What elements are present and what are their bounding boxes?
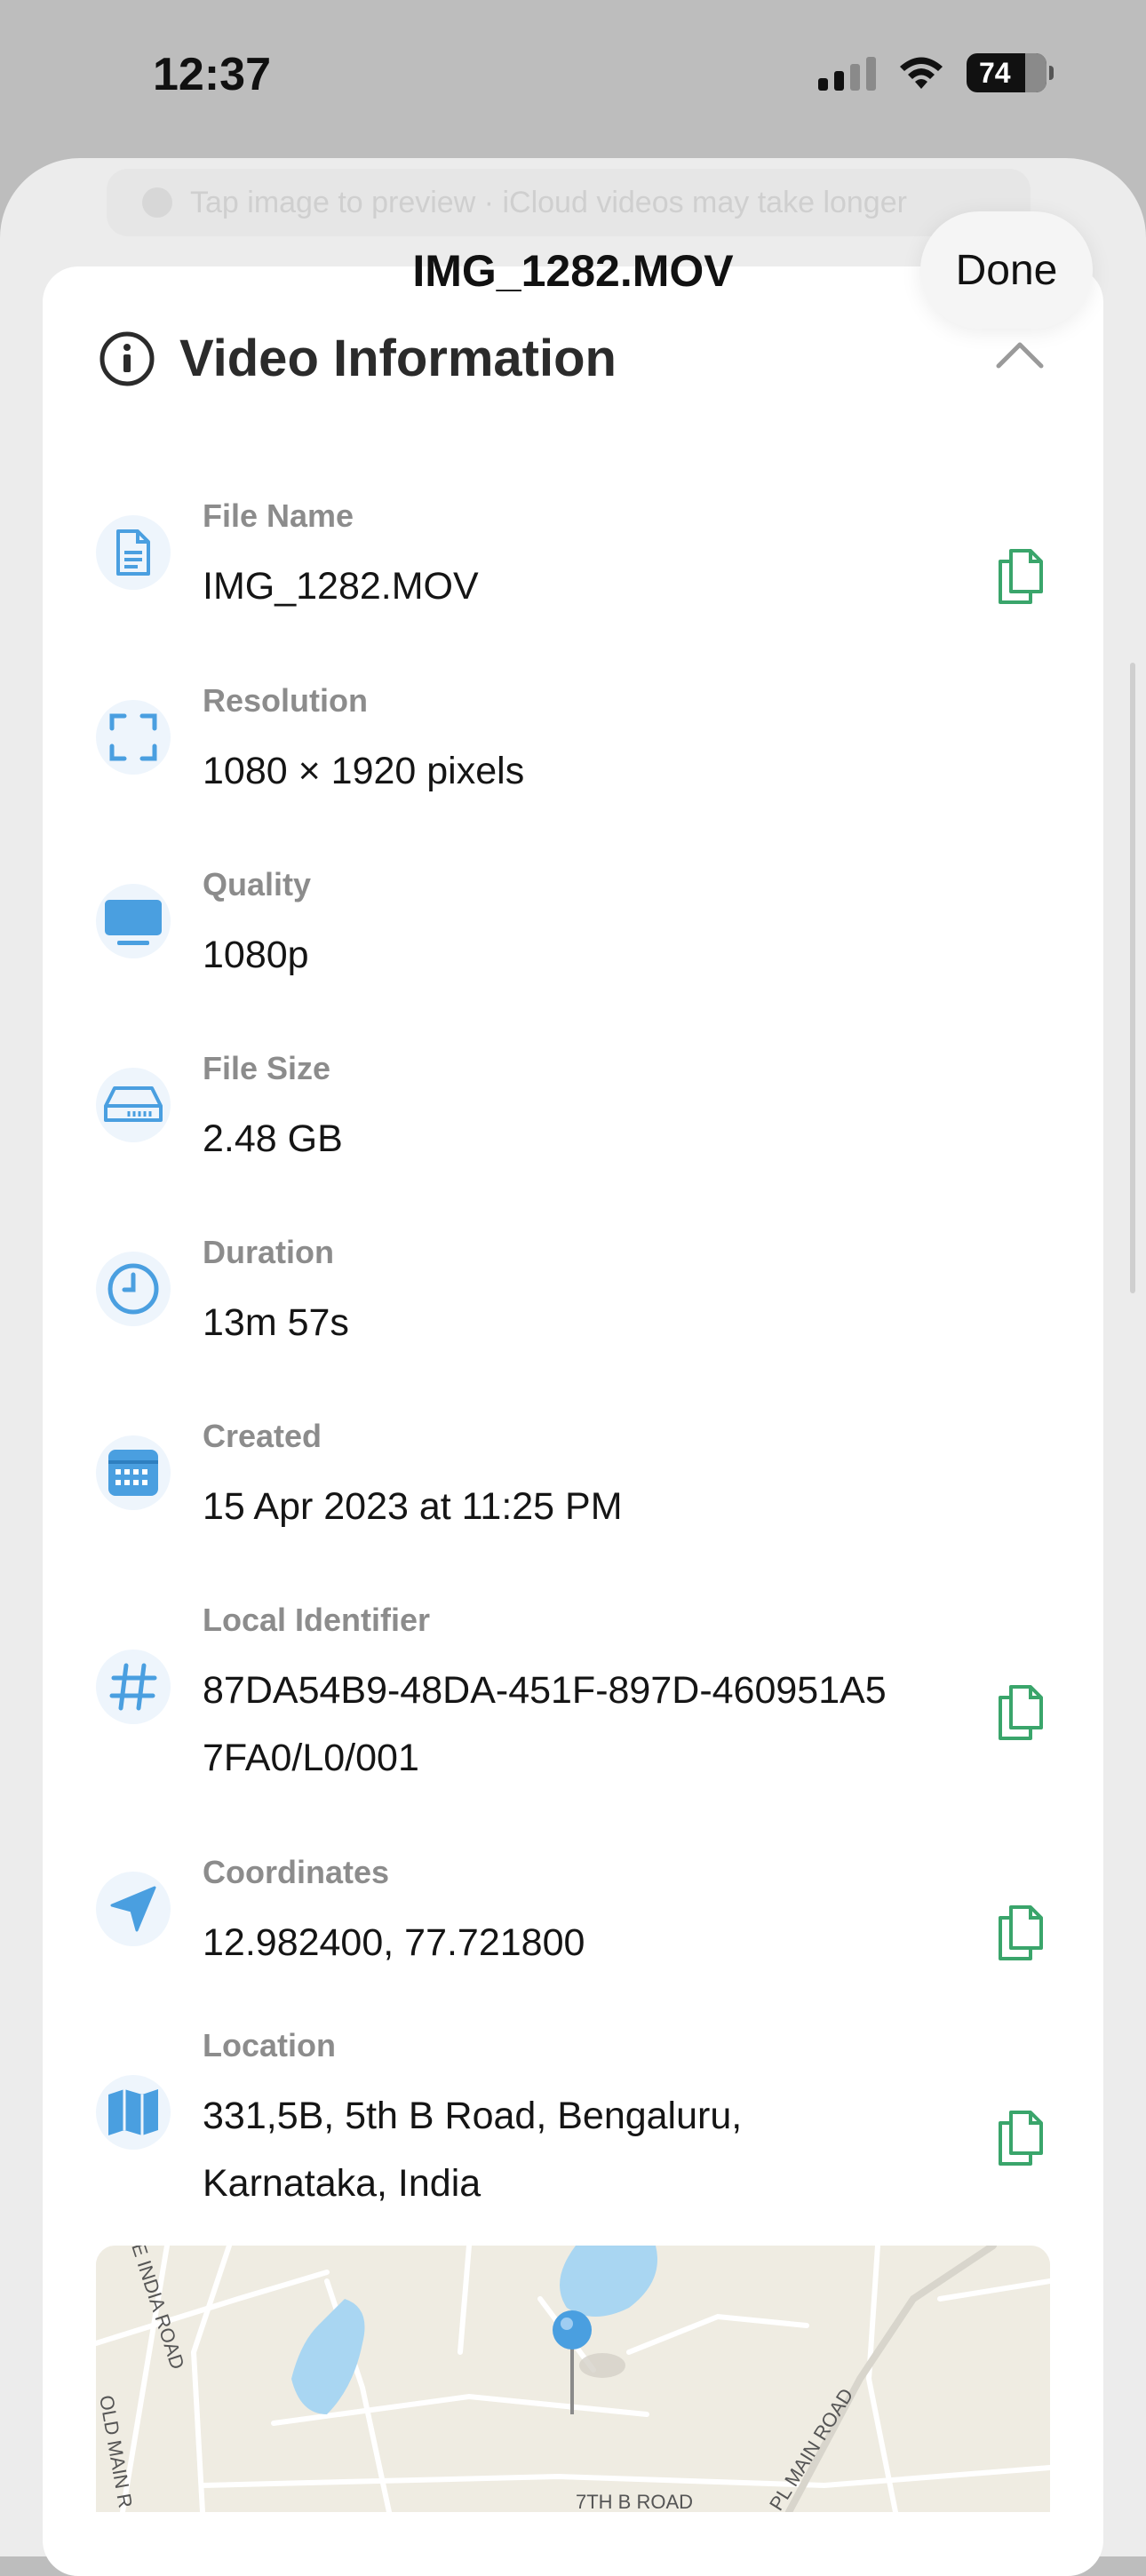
drive-icon	[96, 1068, 171, 1142]
section-title: Video Information	[179, 330, 617, 387]
copy-icon[interactable]	[995, 547, 1047, 606]
field-value: 331,5B, 5th B Road, Bengaluru, Karnataka…	[203, 2082, 1055, 2217]
field-value: 1080p	[203, 934, 309, 976]
hash-icon	[96, 1650, 171, 1724]
field-label: Local Identifier	[203, 1602, 431, 1638]
info-circle-icon	[99, 331, 155, 386]
copy-icon[interactable]	[995, 1683, 1047, 1742]
field-value: 2.48 GB	[203, 1117, 343, 1160]
status-bar: 12:37 74	[0, 0, 1146, 155]
section-header[interactable]: Video Information	[98, 329, 617, 388]
field-location: Location 331,5B, 5th B Road, Bengaluru, …	[96, 2027, 1055, 2205]
field-value: 12.982400, 77.721800	[203, 1921, 585, 1964]
field-value: 13m 57s	[203, 1301, 349, 1344]
copy-icon[interactable]	[995, 1904, 1047, 1962]
field-duration: Duration 13m 57s	[96, 1234, 1055, 1358]
field-value-line-1: 87DA54B9-48DA-451F-897D-460951A5	[203, 1669, 887, 1712]
chevron-up-icon[interactable]	[993, 338, 1047, 373]
location-arrow-icon	[96, 1872, 171, 1946]
field-label: File Name	[203, 497, 354, 534]
map-preview[interactable]: E INDIA ROAD PL MAIN ROAD 7TH B ROAD OLD…	[96, 2246, 1050, 2512]
field-file-size: File Size 2.48 GB	[96, 1050, 1055, 1174]
field-label: Duration	[203, 1234, 334, 1270]
field-label: Resolution	[203, 682, 368, 719]
field-label: Coordinates	[203, 1854, 390, 1890]
field-value: IMG_1282.MOV	[203, 565, 479, 608]
status-icons: 74	[818, 53, 1054, 92]
field-label: File Size	[203, 1050, 331, 1086]
hint-bar: Tap image to preview · iCloud videos may…	[107, 169, 1031, 236]
wifi-icon	[900, 57, 943, 89]
field-value: 15 Apr 2023 at 11:25 PM	[203, 1485, 623, 1528]
info-dot-icon	[142, 187, 172, 218]
field-resolution: Resolution 1080 × 1920 pixels	[96, 682, 1055, 807]
field-label: Quality	[203, 866, 312, 902]
cellular-signal-icon	[818, 55, 876, 91]
field-value: 87DA54B9-48DA-451F-897D-460951A5 7FA0/L0…	[203, 1657, 1055, 1792]
field-quality: Quality 1080p	[96, 866, 1055, 990]
battery-level: 74	[979, 56, 1011, 89]
map-icon	[96, 2075, 171, 2150]
battery-icon: 74	[967, 53, 1054, 92]
display-icon	[96, 884, 171, 958]
scrollbar[interactable]	[1130, 663, 1135, 1293]
document-icon	[96, 515, 171, 590]
map-label: 7TH B ROAD	[576, 2491, 693, 2512]
field-file-name: File Name IMG_1282.MOV	[96, 497, 1055, 622]
field-created: Created 15 Apr 2023 at 11:25 PM	[96, 1418, 1055, 1542]
field-value: 1080 × 1920 pixels	[203, 750, 525, 792]
field-coordinates: Coordinates 12.982400, 77.721800	[96, 1854, 1055, 1978]
done-button[interactable]: Done	[920, 211, 1093, 329]
field-label: Created	[203, 1418, 322, 1454]
field-value-line-1: 331,5B, 5th B Road, Bengaluru,	[203, 2095, 743, 2137]
status-time: 12:37	[153, 49, 271, 100]
copy-icon[interactable]	[995, 2109, 1047, 2167]
field-label: Location	[203, 2027, 336, 2063]
resolution-frame-icon	[96, 700, 171, 775]
field-value-line-2: 7FA0/L0/001	[203, 1737, 419, 1779]
hint-text: Tap image to preview · iCloud videos may…	[190, 185, 907, 219]
calendar-icon	[96, 1435, 171, 1510]
field-local-identifier: Local Identifier 87DA54B9-48DA-451F-897D…	[96, 1602, 1055, 1779]
map-canvas: E INDIA ROAD PL MAIN ROAD 7TH B ROAD OLD…	[96, 2246, 1050, 2512]
clock-icon	[96, 1252, 171, 1326]
field-value-line-2: Karnataka, India	[203, 2162, 481, 2205]
